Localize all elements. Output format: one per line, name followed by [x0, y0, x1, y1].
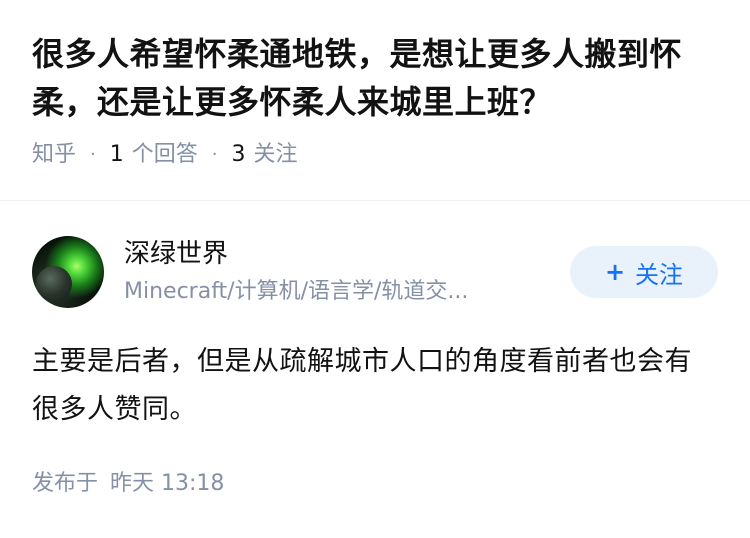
answer-count-label: 个回答 [131, 142, 198, 167]
author-row: 深绿世界 Minecraft/计算机/语言学/轨道交... + 关注 [32, 236, 718, 308]
follow-count-label: 关注 [253, 142, 298, 167]
published-time: 昨天 13:18 [110, 471, 225, 496]
section-divider [0, 200, 750, 201]
author-info: 深绿世界 Minecraft/计算机/语言学/轨道交... [124, 237, 550, 307]
author-bio: Minecraft/计算机/语言学/轨道交... [124, 279, 469, 304]
plus-icon: + [604, 258, 626, 286]
question-title[interactable]: 很多人希望怀柔通地铁，是想让更多人搬到怀柔，还是让更多怀柔人来城里上班？ [32, 30, 718, 126]
avatar[interactable] [32, 236, 104, 308]
question-meta: 知乎 · 1 个回答 · 3 关注 [32, 140, 718, 170]
answer-count-link[interactable]: 1 个回答 [110, 140, 198, 170]
author-name[interactable]: 深绿世界 [124, 237, 550, 271]
follow-count: 3 [231, 142, 246, 167]
answer-timestamp: 发布于 昨天 13:18 [32, 468, 224, 500]
answer-card: 深绿世界 Minecraft/计算机/语言学/轨道交... + 关注 主要是后者… [32, 236, 718, 434]
source-label[interactable]: 知乎 [32, 140, 76, 170]
answer-count: 1 [109, 142, 124, 167]
answer-content[interactable]: 主要是后者，但是从疏解城市人口的角度看前者也会有很多人赞同。 [32, 338, 718, 434]
follow-button-label: 关注 [635, 260, 684, 289]
follow-button[interactable]: + 关注 [570, 246, 718, 298]
question-header: 很多人希望怀柔通地铁，是想让更多人搬到怀柔，还是让更多怀柔人来城里上班？ 知乎 … [0, 0, 750, 170]
follow-count-link[interactable]: 3 关注 [232, 140, 298, 170]
meta-separator: · [211, 144, 218, 165]
meta-separator: · [90, 144, 96, 165]
published-label: 发布于 [32, 471, 99, 496]
